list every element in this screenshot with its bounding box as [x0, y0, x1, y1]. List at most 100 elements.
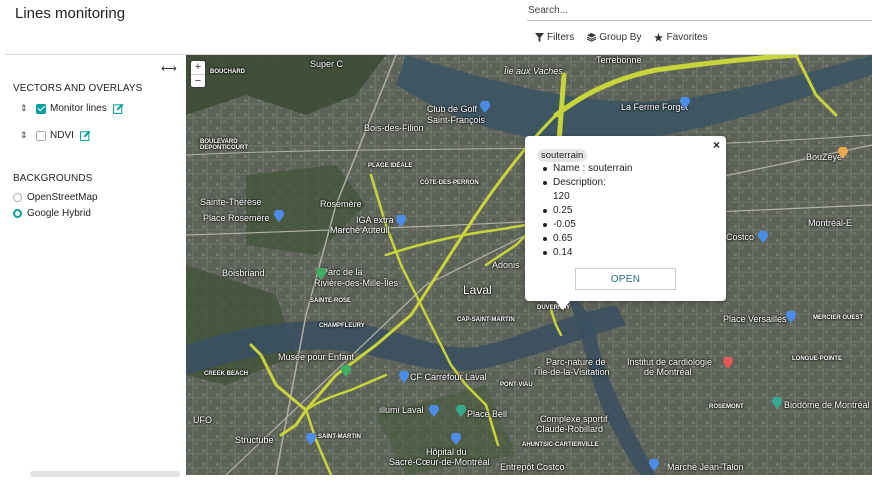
map-label: Structube — [235, 435, 274, 445]
map-label: CF Carrefour Laval — [410, 372, 487, 382]
control-panel: Lines monitoring Filters Group By Favori… — [0, 0, 872, 54]
feature-tag: souterrain — [537, 149, 588, 162]
edit-icon[interactable] — [112, 103, 124, 114]
drag-handle-icon[interactable]: ⇕ — [20, 130, 30, 141]
map-pin-icon[interactable] — [480, 101, 490, 113]
map-pin-icon[interactable] — [451, 433, 461, 445]
property-item: 120 — [553, 191, 570, 202]
map-label: CREEK BEACH — [204, 371, 249, 377]
map-label: ROSEMONT — [709, 404, 744, 410]
map-pin-icon[interactable] — [680, 97, 690, 109]
map-pin-icon[interactable] — [399, 371, 409, 383]
drag-handle-icon[interactable]: ⇕ — [20, 103, 30, 114]
map-label: Montréal-E — [808, 218, 853, 228]
backgrounds-section-title: BACKGROUNDS — [13, 173, 93, 184]
ndvi-checkbox[interactable] — [36, 130, 46, 141]
layers-icon — [587, 33, 597, 42]
map-label: SAINT-MARTIN — [318, 434, 361, 440]
map-label: AHUNTSIC-CARTIERVILLE — [522, 442, 599, 448]
map-pin-icon[interactable] — [396, 215, 406, 227]
map-label: CAP-SAINT-MARTIN — [457, 317, 515, 323]
map-label: Complexe sportif — [540, 414, 608, 424]
favorites-button[interactable]: Favorites — [654, 32, 708, 43]
zoom-in-button[interactable]: + — [191, 61, 205, 74]
map-label: PONT-VIAU — [500, 382, 533, 388]
map-pin-icon[interactable] — [786, 311, 796, 323]
layer-label: NDVI — [50, 130, 74, 141]
map-pin-icon[interactable] — [758, 231, 768, 243]
filter-icon — [535, 33, 544, 42]
map-label: Parc de la — [322, 267, 363, 277]
map-label: BouZeye — [806, 152, 843, 162]
map-label: Place Versailles — [723, 314, 787, 324]
zoom-out-button[interactable]: − — [191, 74, 205, 87]
map-pin-icon[interactable] — [723, 357, 733, 369]
map-label: Institut de cardiologie — [627, 357, 713, 367]
map-label: Terrebonne — [596, 55, 642, 65]
map-label: UFO — [193, 415, 212, 425]
map-pin-icon[interactable] — [306, 433, 316, 445]
vectors-section-title: VECTORS AND OVERLAYS — [13, 83, 143, 94]
map-label: Sainte-Thérèse — [200, 197, 262, 207]
map-label: Club de Golf — [427, 104, 478, 114]
background-option-google-hybrid[interactable]: Google Hybrid — [13, 208, 91, 219]
map-pin-icon[interactable] — [456, 405, 466, 417]
layer-row-monitor-lines: ⇕ Monitor lines — [20, 103, 124, 114]
monitor-lines-checkbox[interactable] — [36, 103, 46, 114]
map-pin-icon[interactable] — [316, 268, 326, 280]
map-label: La Ferme Forget — [621, 102, 689, 112]
map-label: PLAGE IDÉALE — [368, 163, 413, 169]
map-label: Entrepôt Costco — [500, 462, 565, 472]
property-item: 0.65 — [543, 232, 632, 246]
property-item: Name : souterrain — [543, 162, 632, 176]
map-label: l'Île-de-la-Visitation — [534, 367, 610, 377]
map-label: Bois-des-Filion — [364, 123, 424, 133]
star-icon — [654, 33, 664, 42]
map-label: Boisbriand — [222, 268, 265, 278]
zoom-control: + − — [191, 61, 205, 87]
map-label: Marché Jean-Talon — [667, 462, 744, 472]
edit-icon[interactable] — [79, 130, 91, 141]
property-item: 0.14 — [543, 246, 632, 260]
map-label: Costco — [726, 232, 755, 242]
map-label: Claude-Robillard — [536, 424, 604, 434]
property-item: 0.25 — [543, 204, 632, 218]
search-input[interactable] — [527, 1, 872, 21]
map-label: Saint-François — [427, 115, 486, 125]
map-label: Biodôme de Montréal — [784, 400, 870, 410]
horizontal-scrollbar[interactable] — [30, 471, 180, 477]
radio-button[interactable] — [13, 209, 22, 218]
map-label: CHAMPFLEURY — [319, 323, 365, 329]
layers-sidebar: ⟷ VECTORS AND OVERLAYS ⇕ Monitor lines ⇕… — [0, 55, 186, 490]
map-label: IGA extra — [356, 215, 394, 225]
map-label: SAINTE-ROSE — [310, 298, 352, 304]
map-label: illumi Laval — [379, 405, 424, 415]
map-label: BOUCHARD — [210, 69, 245, 75]
map-label: Adonis — [492, 260, 520, 270]
map-pin-icon[interactable] — [772, 397, 782, 409]
map-label: Musée pour Enfant — [278, 352, 355, 362]
layer-row-ndvi: ⇕ NDVI — [20, 130, 91, 141]
map-pin-icon[interactable] — [274, 210, 284, 222]
map-label: de Montréal — [644, 367, 692, 377]
map-pin-icon[interactable] — [429, 405, 439, 417]
close-icon[interactable]: × — [713, 138, 720, 152]
map-label: Laval — [463, 283, 492, 297]
map-label: Marché Auteuil — [330, 225, 390, 235]
background-option-osm[interactable]: OpenStreetMap — [13, 192, 98, 203]
filters-button[interactable]: Filters — [535, 32, 574, 43]
map-label: MERCIER OUEST — [813, 315, 864, 321]
map-pin-icon[interactable] — [838, 147, 848, 159]
groupby-button[interactable]: Group By — [587, 32, 641, 43]
map-pin-icon[interactable] — [649, 459, 659, 471]
map-label: Rivière-des-Mille-Îles — [314, 278, 399, 288]
map-label: Place Rosemère — [203, 213, 270, 223]
map-pin-icon[interactable] — [341, 365, 351, 377]
radio-button[interactable] — [13, 193, 22, 202]
property-item: -0.05 — [543, 218, 632, 232]
map-label: BOULEVARD DEPONTICOURT — [200, 139, 248, 151]
open-button[interactable]: OPEN — [575, 268, 676, 290]
resize-arrows-icon[interactable]: ⟷ — [161, 62, 177, 75]
map-label: CÔTE-DES-PERRON — [420, 180, 479, 186]
map-label: Hôpital du — [426, 447, 467, 457]
